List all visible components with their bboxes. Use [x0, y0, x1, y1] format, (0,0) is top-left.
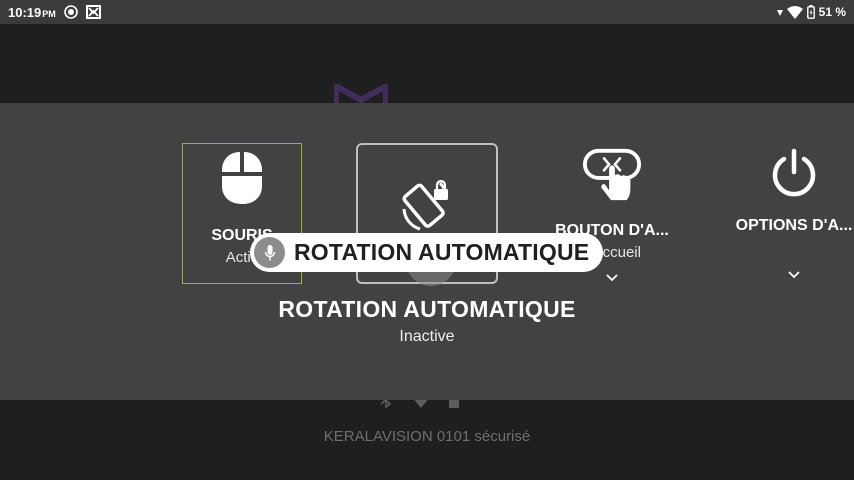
mouse-icon: [212, 148, 272, 208]
app-logo-icon: [85, 5, 101, 19]
voice-caption-pill: ROTATION AUTOMATIQUE: [250, 233, 603, 272]
mic-icon: [254, 237, 285, 268]
clock: 10:19PM: [8, 4, 56, 20]
voice-caption-text: ROTATION AUTOMATIQUE: [294, 239, 590, 265]
wifi-network-name: KERALAVISION 0101 sécurisé: [323, 428, 531, 445]
touch-home-icon: [582, 147, 642, 203]
focused-item-state: Inactive: [399, 328, 455, 345]
power-icon: [764, 147, 824, 198]
signal-dot-icon: [776, 8, 783, 16]
battery-level: 51 %: [818, 5, 846, 19]
chevron-down-icon: [606, 269, 618, 287]
tile-power-options[interactable]: OPTIONS D'A...: [734, 143, 854, 284]
battery-charging-icon: [806, 5, 815, 19]
status-bar: 10:19PM 51 %: [0, 0, 854, 24]
chevron-down-icon: [788, 266, 800, 284]
focused-item-title: ROTATION AUTOMATIQUE: [278, 296, 576, 322]
tile-label: OPTIONS D'A...: [735, 217, 853, 234]
record-icon: [63, 5, 78, 19]
rotate-lock-icon: [397, 173, 457, 233]
wifi-icon: [786, 5, 803, 19]
